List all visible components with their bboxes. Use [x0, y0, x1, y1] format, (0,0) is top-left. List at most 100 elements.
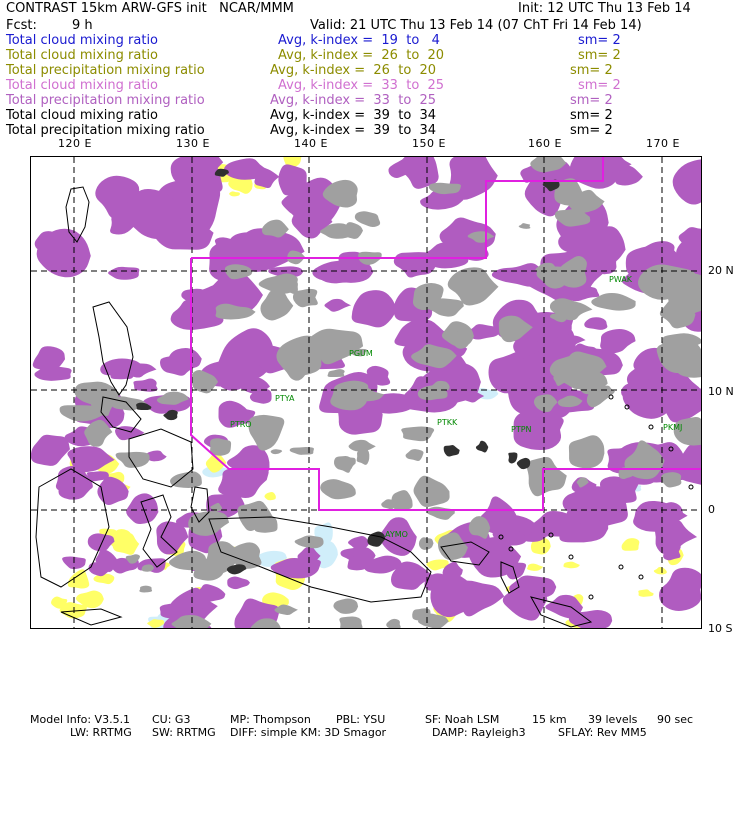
- footer-mp: MP: Thompson: [230, 713, 311, 726]
- island-outline: [688, 484, 694, 490]
- island-outline: [618, 564, 624, 570]
- legend-avg: Avg, k-index = 26 to 20: [278, 48, 445, 63]
- footer-model-version: Model Info: V3.5.1: [30, 713, 131, 726]
- init-time: Init: 12 UTC Thu 13 Feb 14: [518, 1, 691, 16]
- station-ptpn: PTPN: [511, 425, 532, 434]
- legend-avg: Avg, k-index = 19 to 4: [278, 33, 440, 48]
- coastline-luzon: [92, 301, 134, 396]
- low-cloud-patch: [264, 492, 276, 501]
- legend-field: Total cloud mixing ratio: [6, 48, 159, 63]
- footer-resolution: 15 km: [532, 713, 567, 726]
- valid-time: Valid: 21 UTC Thu 13 Feb 14 (07 ChT Fri …: [310, 18, 642, 33]
- mid-cloud-patch: [518, 223, 531, 229]
- station-ptkk: PTKK: [437, 418, 458, 427]
- legend-row: Total precipitation mixing ratio Avg, k-i…: [6, 63, 734, 78]
- high-cloud-patch: [31, 434, 70, 466]
- high-cloud-patch: [672, 159, 701, 205]
- mid-cloud-patch: [339, 616, 363, 628]
- mid-cloud-patch: [270, 449, 283, 455]
- mid-cloud-patch: [526, 456, 567, 497]
- station-aymo: AYMO: [385, 530, 408, 539]
- mid-cloud-patch: [405, 449, 424, 462]
- mid-cloud-patch: [568, 435, 605, 469]
- station-pkmj: PKMJ: [663, 423, 682, 432]
- footer-line-2: LW: RRTMG SW: RRTMG DIFF: simple KM: 3D …: [30, 726, 730, 739]
- high-cloud-patch: [393, 252, 438, 278]
- mid-cloud-patch: [637, 264, 699, 300]
- legend-row: Total cloud mixing ratio Avg, k-index = 2…: [6, 48, 734, 63]
- mid-cloud-patch: [386, 618, 401, 628]
- station-pwak: PWAK: [609, 275, 633, 284]
- mid-cloud-patch: [139, 585, 153, 593]
- mid-cloud-patch: [193, 558, 226, 581]
- lat-label-10n: 10 N: [708, 385, 734, 398]
- legend-sm: sm= 2: [570, 108, 613, 123]
- footer-sf: SF: Noah LSM: [425, 713, 500, 726]
- high-cloud-patch: [324, 298, 351, 312]
- low-cloud-patch: [229, 191, 240, 197]
- legend-sm: sm= 2: [578, 33, 621, 48]
- footer-lw: LW: RRTMG: [70, 726, 132, 739]
- island-outline: [648, 424, 654, 430]
- deep-convection-core: [475, 440, 489, 453]
- high-cloud-patch: [663, 544, 681, 561]
- deep-convection-core: [508, 452, 518, 464]
- island-outline: [638, 574, 644, 580]
- mid-cloud-patch: [660, 472, 682, 488]
- legend-field: Total cloud mixing ratio: [6, 33, 159, 48]
- mid-cloud-patch: [356, 447, 370, 465]
- cloud-map-svg: PGUM PTYA PTRO PTKK PTPN PKMJ PWAK AYMO: [31, 157, 701, 628]
- legend-avg: Avg, k-index = 33 to 25: [278, 78, 445, 93]
- legend-field: Total precipitation mixing ratio: [6, 123, 205, 138]
- mid-cloud-patch: [391, 490, 413, 511]
- legend-avg: Avg, k-index = 39 to 34: [270, 123, 437, 138]
- lon-label-160: 160 E: [528, 137, 562, 150]
- high-cloud-patch: [87, 533, 115, 552]
- high-cloud-patch: [108, 266, 140, 280]
- cloud-map: PGUM PTYA PTRO PTKK PTPN PKMJ PWAK AYMO: [30, 156, 702, 629]
- mid-cloud-patch: [292, 288, 318, 308]
- legend-row: Total cloud mixing ratio Avg, k-index = 1…: [6, 33, 734, 48]
- mid-cloud-patch: [170, 471, 202, 488]
- legend-sm: sm= 2: [570, 93, 613, 108]
- high-cloud-patch: [600, 329, 636, 354]
- mid-cloud-patch: [289, 447, 314, 455]
- legend-field: Total precipitation mixing ratio: [6, 93, 205, 108]
- mid-cloud-patch: [260, 288, 294, 321]
- legend-field: Total cloud mixing ratio: [6, 78, 159, 93]
- lon-label-130: 130 E: [176, 137, 210, 150]
- mid-cloud-patch: [426, 506, 455, 520]
- footer-levels: 39 levels: [588, 713, 638, 726]
- legend-row: Total precipitation mixing ratio Avg, k-i…: [6, 123, 734, 138]
- lon-label-120: 120 E: [58, 137, 92, 150]
- legend-avg: Avg, k-index = 33 to 25: [270, 93, 437, 108]
- low-cloud-patch: [67, 569, 90, 589]
- deep-convection-core: [367, 531, 386, 547]
- lon-label-170: 170 E: [646, 137, 680, 150]
- footer-line-1: Model Info: V3.5.1 CU: G3 MP: Thompson P…: [30, 713, 730, 726]
- legend-field: Total cloud mixing ratio: [6, 108, 159, 123]
- high-cloud-patch: [659, 567, 701, 611]
- legend-row: Total cloud mixing ratio Avg, k-index = 3…: [6, 108, 734, 123]
- high-cloud-patch: [599, 476, 640, 504]
- high-cloud-patch: [351, 290, 397, 328]
- low-cloud-patch: [653, 566, 667, 575]
- map-title: CONTRAST 15km ARW-GFS init NCAR/MMM: [6, 1, 294, 16]
- legend-field: Total precipitation mixing ratio: [6, 63, 205, 78]
- legend-avg: Avg, k-index = 26 to 20: [270, 63, 437, 78]
- mid-cloud-patch: [418, 537, 434, 550]
- footer-damp: DAMP: Rayleigh3: [432, 726, 526, 739]
- low-cloud-patch: [621, 538, 640, 551]
- station-ptro: PTRO: [230, 420, 252, 429]
- lat-label-10s: 10 S: [708, 622, 733, 635]
- legend-avg: Avg, k-index = 39 to 34: [270, 108, 437, 123]
- legend-row: Total precipitation mixing ratio Avg, k-i…: [6, 93, 734, 108]
- mid-cloud-patch: [320, 479, 356, 500]
- mid-cloud-patch: [401, 426, 435, 442]
- forecast-hour: 9 h: [72, 18, 93, 33]
- legend-sm: sm= 2: [570, 63, 613, 78]
- station-pgum: PGUM: [349, 349, 373, 358]
- low-cloud-patch: [93, 573, 115, 585]
- mid-cloud-patch: [258, 273, 298, 294]
- footer-sw: SW: RRTMG: [152, 726, 216, 739]
